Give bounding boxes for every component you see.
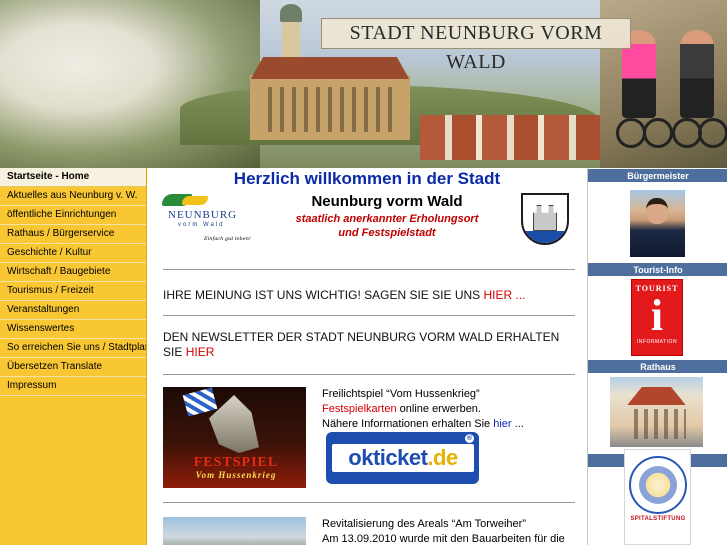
knight-image xyxy=(209,395,259,453)
townhall-photo[interactable] xyxy=(610,377,703,447)
feedback-link[interactable]: HIER ... xyxy=(484,288,526,302)
info-tail: ... xyxy=(511,418,524,430)
town-name: Neunburg vorm Wald xyxy=(311,193,463,210)
newsletter-notice: DEN NEWSLETTER DER STADT NEUNBURG VORM W… xyxy=(163,330,575,360)
castle-image xyxy=(250,57,410,140)
main-content: Herzlich willkommen in der Stadt NEUNBUR… xyxy=(147,168,587,545)
coat-of-arms-icon xyxy=(521,193,569,245)
bike-wheel-image xyxy=(643,118,673,148)
nav-item-economy[interactable]: Wirtschaft / Baugebiete xyxy=(0,263,146,282)
nav-item-directions[interactable]: So erreichen Sie uns / Stadtplan xyxy=(0,339,146,358)
nav-item-knowledge[interactable]: Wissenswertes xyxy=(0,320,146,339)
tickets-link[interactable]: Festspielkarten xyxy=(322,403,397,415)
nav-item-tourism[interactable]: Tourismus / Freizeit xyxy=(0,282,146,301)
bike-wheel-image xyxy=(616,118,646,148)
okticket-banner[interactable]: ® okticket.de xyxy=(326,432,479,484)
info-glyph: i xyxy=(650,291,664,340)
nav-item-events[interactable]: Veranstaltungen xyxy=(0,301,146,320)
area-body: Am 13.09.2010 wurde mit den Bauarbeiten … xyxy=(322,533,565,545)
festival-text: Freilichtspiel “Vom Hussenkrieg” Festspi… xyxy=(322,387,582,432)
okticket-logo-text: okticket.de xyxy=(332,444,474,472)
welcome-heading: Herzlich willkommen in der Stadt xyxy=(233,169,501,188)
tourist-info-heading: Tourist-Info xyxy=(588,262,727,276)
flag-image xyxy=(182,387,218,417)
divider xyxy=(163,315,575,316)
spitalstiftung-logo[interactable]: SPITALSTIFTUNG xyxy=(624,449,691,545)
mayor-photo[interactable] xyxy=(630,190,685,257)
leaf-icon xyxy=(182,196,208,205)
divider xyxy=(163,269,575,270)
festival-info-line: Nähere Informationen erhalten Sie hier .… xyxy=(322,417,582,432)
divider xyxy=(163,374,575,375)
divider xyxy=(163,502,575,503)
mayor-heading: Bürgermeister xyxy=(588,168,727,182)
info-text: Nähere Informationen erhalten Sie xyxy=(322,418,491,430)
feedback-notice: IHRE MEINUNG IST UNS WICHTIG! SAGEN SIE … xyxy=(163,288,575,303)
area-text: Revitalisierung des Areals “Am Torweiher… xyxy=(322,517,582,545)
town-logo[interactable]: NEUNBURG vorm Wald Einfach gut leben! xyxy=(160,194,252,246)
cyclist-image xyxy=(680,30,714,118)
bike-wheel-image xyxy=(698,118,727,148)
festival-title: Freilichtspiel “Vom Hussenkrieg” xyxy=(322,388,480,400)
tourist-info-icon[interactable]: TOURIST i INFORMATION xyxy=(631,279,683,356)
okticket-name: okticket xyxy=(348,445,428,470)
nav-item-public-facilities[interactable]: öffentliche Einrichtungen xyxy=(0,206,146,225)
nav-item-news[interactable]: Aktuelles aus Neunburg v. W. xyxy=(0,187,146,206)
tagline-line1: staatlich anerkannter Erholungsort xyxy=(295,213,479,225)
festival-banner-title: FESTSPIEL xyxy=(193,455,279,470)
logo-word: NEUNBURG xyxy=(168,209,238,221)
site-title: STADT NEUNBURG VORM WALD xyxy=(321,18,631,73)
logo-sub: vorm Wald xyxy=(178,222,225,228)
information-word: INFORMATION xyxy=(636,339,678,345)
feedback-text: IHRE MEINUNG IST UNS WICHTIG! SAGEN SIE … xyxy=(163,288,481,302)
info-link[interactable]: hier xyxy=(493,418,511,430)
festival-banner: FESTSPIEL Vom Hussenkrieg xyxy=(181,455,291,481)
newsletter-text: DEN NEWSLETTER DER STADT NEUNBURG VORM W… xyxy=(163,330,560,359)
nav-item-history[interactable]: Geschichte / Kultur xyxy=(0,244,146,263)
newsletter-link[interactable]: HIER xyxy=(186,345,215,359)
header-banner: STADT NEUNBURG VORM WALD xyxy=(0,0,727,168)
festival-tickets-line: Festspielkarten online erwerben. xyxy=(322,402,582,417)
main-nav: Startseite - Home Aktuelles aus Neunburg… xyxy=(0,168,147,545)
townhall-heading: Rathaus xyxy=(588,359,727,373)
tagline: staatlich anerkannter Erholungsort und F… xyxy=(247,212,527,240)
registered-mark: ® xyxy=(465,434,474,443)
nav-item-translate[interactable]: Übersetzen Translate xyxy=(0,358,146,377)
festival-image[interactable]: FESTSPIEL Vom Hussenkrieg xyxy=(163,387,306,488)
tickets-text: online erwerben. xyxy=(396,403,481,415)
tagline-line2: und Festspielstadt xyxy=(338,227,436,239)
logo-slogan: Einfach gut leben! xyxy=(204,236,251,242)
area-image[interactable] xyxy=(163,517,306,545)
town-roofs-image xyxy=(420,115,620,160)
spital-label: SPITALSTIFTUNG xyxy=(630,516,686,522)
nav-item-home[interactable]: Startseite - Home xyxy=(0,168,146,187)
festival-banner-sub: Vom Hussenkrieg xyxy=(195,470,277,480)
right-sidebar: Bürgermeister Tourist-Info TOURIST i INF… xyxy=(587,168,727,545)
nav-item-imprint[interactable]: Impressum xyxy=(0,377,146,396)
okticket-tld: .de xyxy=(427,445,458,470)
nav-item-townhall[interactable]: Rathaus / Bürgerservice xyxy=(0,225,146,244)
area-title: Revitalisierung des Areals “Am Torweiher… xyxy=(322,518,526,530)
